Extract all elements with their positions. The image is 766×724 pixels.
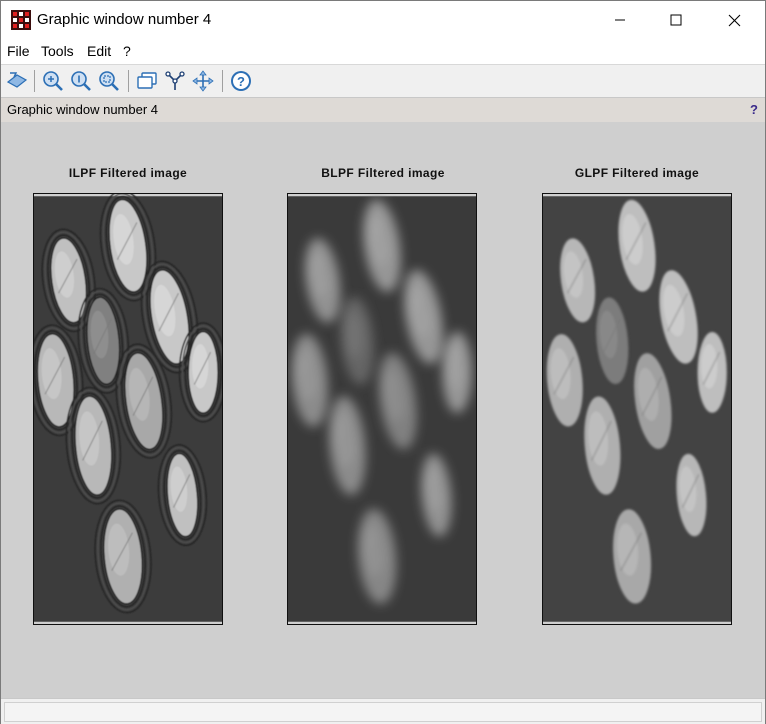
- zoom-original-icon[interactable]: [69, 69, 93, 93]
- info-help-mark[interactable]: ?: [750, 102, 758, 117]
- scilab-app-icon: [11, 10, 31, 30]
- plot-image-graphic: [543, 196, 731, 622]
- pan-icon[interactable]: [191, 69, 215, 93]
- plot-image-graphic: [288, 196, 476, 622]
- plot-title-blpf: BLPF Filtered image: [321, 166, 445, 180]
- close-button[interactable]: [711, 1, 757, 39]
- help-icon[interactable]: ?: [229, 69, 253, 93]
- title-bar[interactable]: Graphic window number 4: [1, 1, 765, 39]
- close-icon: [728, 14, 740, 26]
- toolbar-separator: [222, 70, 223, 92]
- maximize-button[interactable]: [653, 1, 699, 39]
- rotate-icon[interactable]: [5, 69, 29, 93]
- status-field: [4, 702, 762, 722]
- graphic-window: Graphic window number 4 File Tools Edit …: [0, 0, 766, 724]
- plot-title-ilpf: ILPF Filtered image: [68, 166, 188, 180]
- zoom-area-icon[interactable]: [97, 69, 121, 93]
- menu-edit[interactable]: Edit: [87, 43, 111, 59]
- zoom-in-icon[interactable]: [41, 69, 65, 93]
- menu-file[interactable]: File: [7, 43, 30, 59]
- status-bar: [1, 698, 765, 724]
- toolbar-separator: [128, 70, 129, 92]
- toolbar: ?: [1, 65, 765, 98]
- datatip-icon[interactable]: [135, 69, 159, 93]
- coin-highlight: [446, 343, 463, 389]
- window-title: Graphic window number 4: [37, 11, 212, 28]
- maximize-icon: [670, 14, 682, 26]
- menu-help[interactable]: ?: [123, 43, 131, 59]
- plot-image-glpf[interactable]: [542, 193, 732, 625]
- toolbar-separator: [34, 70, 35, 92]
- coin-highlight: [192, 343, 209, 389]
- plot-image-graphic: [34, 194, 222, 622]
- minimize-icon: [615, 19, 625, 21]
- info-bar: Graphic window number 4 ?: [1, 98, 765, 122]
- plot-image-blpf[interactable]: [287, 193, 477, 625]
- plot-title-glpf: GLPF Filtered image: [574, 166, 700, 180]
- datatip-editor-icon[interactable]: [163, 69, 187, 93]
- figure-canvas[interactable]: ILPF Filtered image BLPF Filtered image …: [1, 122, 765, 698]
- menu-bar: File Tools Edit ?: [1, 39, 765, 65]
- coin-highlight: [701, 343, 718, 389]
- svg-text:?: ?: [237, 74, 245, 89]
- plot-image-ilpf[interactable]: [33, 193, 223, 625]
- minimize-button[interactable]: [597, 1, 643, 39]
- info-text: Graphic window number 4: [7, 102, 159, 117]
- menu-tools[interactable]: Tools: [41, 43, 74, 59]
